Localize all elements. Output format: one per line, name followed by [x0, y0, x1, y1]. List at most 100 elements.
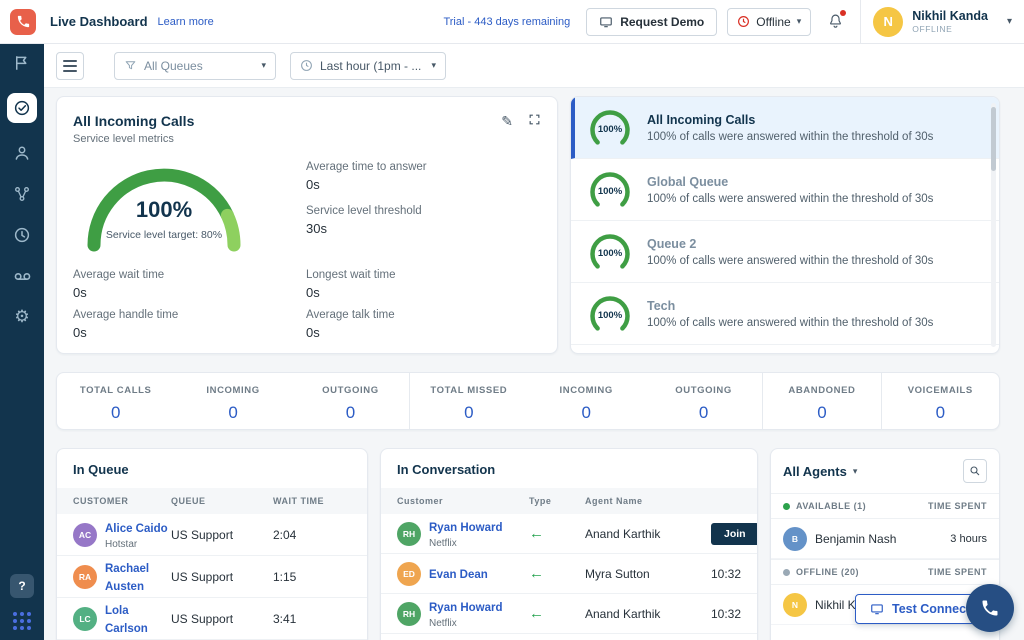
sidebar-item-reports-clock-icon[interactable]: [11, 224, 33, 246]
agent-row[interactable]: B Benjamin Nash 3 hours: [771, 519, 999, 559]
avatar: RH: [397, 522, 421, 546]
time-range-dropdown[interactable]: Last hour (1pm - ... ▾: [290, 52, 446, 80]
queue-gauge-row[interactable]: 100% Global Queue 100% of calls were ans…: [571, 159, 999, 221]
queue-gauges-card: 100% All Incoming Calls 100% of calls we…: [570, 96, 1000, 354]
queue-filter-icon: [124, 59, 137, 72]
wait-time-cell: 1:15: [273, 570, 367, 584]
card-subtitle: Service level metrics: [73, 133, 174, 145]
agents-group-offline: OFFLINE (20) TIME SPENT: [771, 559, 999, 585]
mini-gauge: 100%: [587, 229, 633, 275]
wait-time-cell: 2:04: [273, 528, 367, 542]
table-row[interactable]: AC Alice Caido Hotstar US Support 2:04: [57, 514, 367, 556]
chevron-down-icon: ▾: [853, 467, 858, 476]
agent-name: Benjamin Nash: [815, 532, 896, 546]
table-header: CUSTOMER QUEUE WAIT TIME: [57, 488, 367, 514]
sidebar-item-live-dashboard-active[interactable]: [7, 93, 37, 123]
avatar: AC: [73, 523, 97, 547]
table-row[interactable]: RH Ryan Howard Netflix ←: [381, 634, 757, 640]
scrollbar-thumb[interactable]: [991, 107, 996, 171]
queue-name: Global Queue: [647, 175, 933, 189]
incoming-call-arrow-icon: ←: [529, 565, 585, 582]
search-agents-button[interactable]: [963, 459, 987, 483]
time-range-value: Last hour (1pm - ...: [320, 59, 421, 73]
available-status-dot: [783, 503, 790, 510]
customer-name-link[interactable]: Ryan Howard: [429, 522, 503, 534]
queue-gauge-row[interactable]: 100% Queue 2 100% of calls were answered…: [571, 221, 999, 283]
filter-bar: All Queues ▾ Last hour (1pm - ... ▾: [44, 44, 1024, 88]
edit-pencil-icon[interactable]: ✎: [501, 113, 513, 130]
queue-description: 100% of calls were answered within the t…: [647, 255, 933, 267]
presence-dropdown[interactable]: Offline ▾: [727, 8, 811, 36]
metric-avg-time-to-answer: Average time to answer 0s: [306, 161, 427, 192]
agents-group-available: AVAILABLE (1) TIME SPENT: [771, 493, 999, 519]
mini-gauge: 100%: [587, 291, 633, 337]
in-conversation-card: In Conversation Customer Type Agent Name…: [380, 448, 758, 640]
customer-company: Netflix: [429, 538, 503, 549]
chevron-down-icon: ▾: [797, 17, 802, 26]
expand-icon[interactable]: [528, 113, 541, 126]
learn-more-link[interactable]: Learn more: [158, 16, 214, 28]
agents-filter-dropdown[interactable]: All Agents ▾: [783, 464, 857, 479]
table-row[interactable]: RA Rachael Austen US Support 1:15: [57, 556, 367, 598]
customer-company: Hotstar: [105, 539, 168, 550]
agent-name-cell: Anand Karthik: [585, 607, 711, 621]
table-row[interactable]: ED Evan Dean ← Myra Sutton 10:32: [381, 554, 757, 594]
stat-outgoing: OUTGOING0: [292, 373, 410, 429]
chevron-down-icon: ▾: [431, 61, 436, 70]
clock-icon: [300, 59, 313, 72]
mini-gauge: 100%: [587, 167, 633, 213]
customer-name-link[interactable]: Evan Dean: [429, 569, 488, 581]
sidebar-item-admin-gear-icon[interactable]: ⚙: [11, 306, 33, 328]
table-row[interactable]: LC Lola Carlson US Support 3:41: [57, 598, 367, 640]
customer-name-link[interactable]: Rachael Austen: [105, 563, 149, 593]
offline-clock-icon: [737, 15, 750, 28]
service-level-card: All Incoming Calls Service level metrics…: [56, 96, 558, 354]
avatar: N: [873, 7, 903, 37]
sidebar-item-voicemail-icon[interactable]: [11, 265, 33, 287]
sidebar: ⚙ ?: [0, 44, 44, 640]
avatar: ED: [397, 562, 421, 586]
user-menu[interactable]: N Nikhil Kanda OFFLINE ▾: [861, 0, 1024, 43]
join-call-button[interactable]: Join: [711, 523, 758, 545]
sidebar-item-call-flow-icon[interactable]: [11, 183, 33, 205]
customer-name-link[interactable]: Ryan Howard: [429, 602, 503, 614]
table-row[interactable]: RH Ryan Howard Netflix ← Anand Karthik 1…: [381, 594, 757, 634]
avatar: LC: [73, 607, 97, 631]
request-demo-button[interactable]: Request Demo: [586, 8, 717, 36]
gauge-value: 100%: [69, 197, 259, 223]
agent-time-spent: 3 hours: [950, 533, 987, 545]
demo-screen-icon: [599, 15, 613, 29]
customize-dashboard-button[interactable]: [56, 52, 84, 80]
in-queue-card: In Queue CUSTOMER QUEUE WAIT TIME AC Ali…: [56, 448, 368, 640]
queue-name: Queue 2: [647, 237, 933, 251]
help-button[interactable]: ?: [10, 574, 34, 598]
avatar: N: [783, 593, 807, 617]
sidebar-item-dashboard-flag-icon[interactable]: [11, 52, 33, 74]
chevron-down-icon: ▾: [1007, 17, 1012, 27]
customer-name-link[interactable]: Alice Caido: [105, 523, 168, 535]
call-stats-bar: TOTAL CALLS0 INCOMING0 OUTGOING0 TOTAL M…: [56, 372, 1000, 430]
sidebar-item-contacts-icon[interactable]: [11, 142, 33, 164]
metric-avg-talk-time: Average talk time 0s: [306, 309, 395, 340]
stat-abandoned: ABANDONED0: [763, 373, 881, 429]
queues-filter-dropdown[interactable]: All Queues ▾: [114, 52, 276, 80]
customer-name-link[interactable]: Lola Carlson: [105, 605, 148, 635]
offline-status-dot: [783, 569, 790, 576]
queue-cell: US Support: [171, 570, 273, 584]
table-header: Customer Type Agent Name: [381, 488, 757, 514]
call-duration-cell: 10:32: [711, 567, 741, 581]
app-switcher-icon[interactable]: [13, 612, 31, 630]
notifications-bell-icon[interactable]: [827, 13, 844, 30]
table-row[interactable]: RH Ryan Howard Netflix ← Anand Karthik J…: [381, 514, 757, 554]
phone-widget-fab[interactable]: [966, 584, 1014, 632]
queue-gauge-row[interactable]: 100% Tech 100% of calls were answered wi…: [571, 283, 999, 345]
chevron-down-icon: ▾: [261, 61, 266, 70]
stat-voicemails: VOICEMAILS0: [882, 373, 999, 429]
queue-description: 100% of calls were answered within the t…: [647, 193, 933, 205]
freshcaller-logo-icon[interactable]: [10, 9, 36, 35]
queue-gauge-row[interactable]: 100% All Incoming Calls 100% of calls we…: [571, 97, 999, 159]
metric-longest-wait-time: Longest wait time 0s: [306, 269, 396, 300]
incoming-call-arrow-icon: ←: [529, 525, 585, 542]
user-name: Nikhil Kanda: [912, 9, 988, 24]
mini-gauge: 100%: [587, 105, 633, 151]
